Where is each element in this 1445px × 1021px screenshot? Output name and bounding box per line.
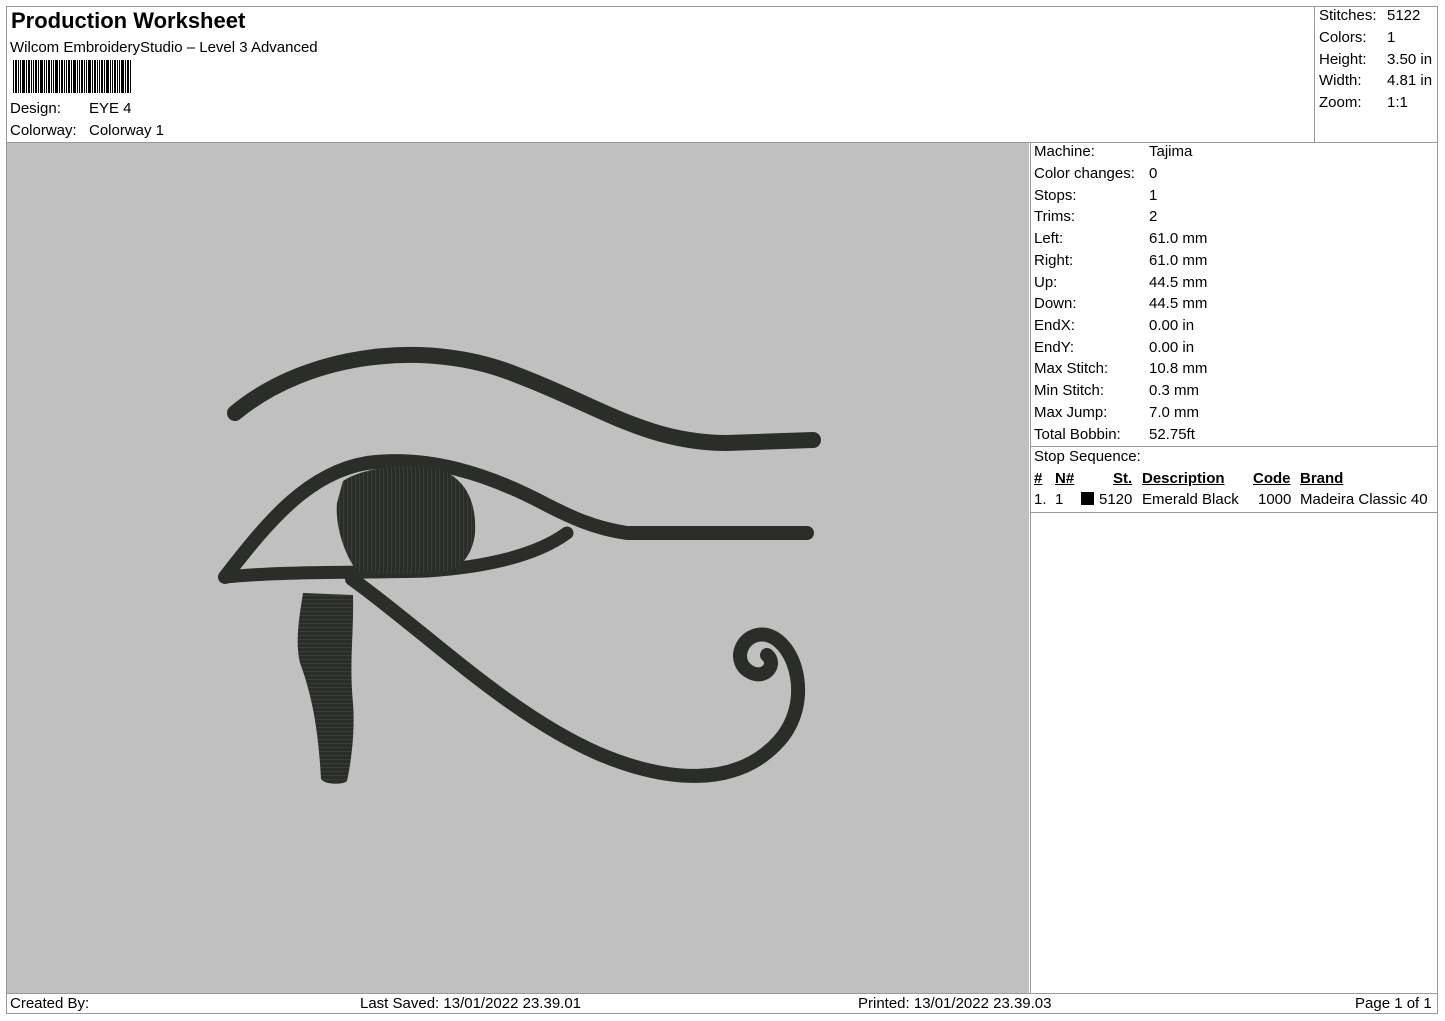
side-panel-divider [1030,142,1031,994]
row-code: 1000 [1258,491,1292,508]
barcode-icon [13,60,131,93]
height-label: Height: [1319,51,1367,68]
col-brand-header: Brand [1300,470,1344,487]
stops-value: 1 [1149,187,1158,204]
col-description-header: Description [1142,470,1225,487]
zoom-value: 1:1 [1387,94,1408,111]
up-label: Up: [1034,274,1058,291]
down-value: 44.5 mm [1149,295,1208,312]
width-label: Width: [1319,72,1362,89]
stop-sequence-title: Stop Sequence: [1034,448,1141,465]
max-jump-value: 7.0 mm [1149,404,1200,421]
stitches-label: Stitches: [1319,7,1377,24]
stop-sequence-row: 1. 1 5120 Emerald Black 1000 Madeira Cla… [0,489,1445,511]
min-stitch-label: Min Stitch: [1034,382,1105,399]
colorway-value: Colorway 1 [89,122,165,139]
design-value: EYE 4 [89,100,132,117]
endy-label: EndY: [1034,339,1075,356]
footer-divider [6,993,1438,994]
software-name: Wilcom EmbroideryStudio – Level 3 Advanc… [10,39,318,56]
teardrop-shape [297,593,354,784]
design-preview [7,143,1029,993]
right-value: 61.0 mm [1149,252,1208,269]
up-value: 44.5 mm [1149,274,1208,291]
down-label: Down: [1034,295,1077,312]
endx-label: EndX: [1034,317,1075,334]
col-needle-header: N# [1055,470,1075,487]
eye-of-horus-design [218,347,821,784]
endx-value: 0.00 in [1149,317,1195,334]
min-stitch-value: 0.3 mm [1149,382,1200,399]
max-stitch-value: 10.8 mm [1149,360,1208,377]
trims-label: Trims: [1034,208,1076,225]
color-changes-label: Color changes: [1034,165,1135,182]
zoom-label: Zoom: [1319,94,1362,111]
left-value: 61.0 mm [1149,230,1208,247]
max-stitch-label: Max Stitch: [1034,360,1109,377]
color-changes-value: 0 [1149,165,1158,182]
machine-label: Machine: [1034,143,1095,160]
stops-label: Stops: [1034,187,1077,204]
row-brand: Madeira Classic 40 [1300,491,1428,508]
printed-date: Printed: 13/01/2022 23.39.03 [858,995,1052,1012]
left-label: Left: [1034,230,1064,247]
stop-sequence-header: # N# St. Description Code Brand [0,468,1445,490]
summary-divider [1314,6,1315,143]
page-number: Page 1 of 1 [1355,995,1432,1012]
total-bobbin-label: Total Bobbin: [1034,426,1121,443]
stop-table-divider [1030,512,1438,513]
colorway-label: Colorway: [10,122,77,139]
cheek-line-stroke [345,572,806,783]
page-title: Production Worksheet [11,8,246,33]
row-stitches: 5120 [1099,491,1133,508]
height-value: 3.50 in [1387,51,1433,68]
last-saved: Last Saved: 13/01/2022 23.39.01 [360,995,582,1012]
eyebrow-stroke [227,347,821,451]
colors-value: 1 [1387,29,1396,46]
colors-label: Colors: [1319,29,1367,46]
col-code-header: Code [1253,470,1291,487]
design-label: Design: [10,100,61,117]
machine-value: Tajima [1149,143,1193,160]
total-bobbin-value: 52.75ft [1149,426,1195,443]
right-label: Right: [1034,252,1074,269]
row-description: Emerald Black [1142,491,1239,508]
row-index: 1. [1034,491,1047,508]
max-jump-label: Max Jump: [1034,404,1108,421]
col-index-header: # [1034,470,1043,487]
width-value: 4.81 in [1387,72,1433,89]
col-stitches-header: St. [1113,470,1133,487]
created-by: Created By: [10,995,90,1012]
trims-value: 2 [1149,208,1158,225]
thread-color-swatch [1081,492,1094,505]
endy-value: 0.00 in [1149,339,1195,356]
row-needle: 1 [1055,491,1064,508]
stitches-value: 5122 [1387,7,1421,24]
